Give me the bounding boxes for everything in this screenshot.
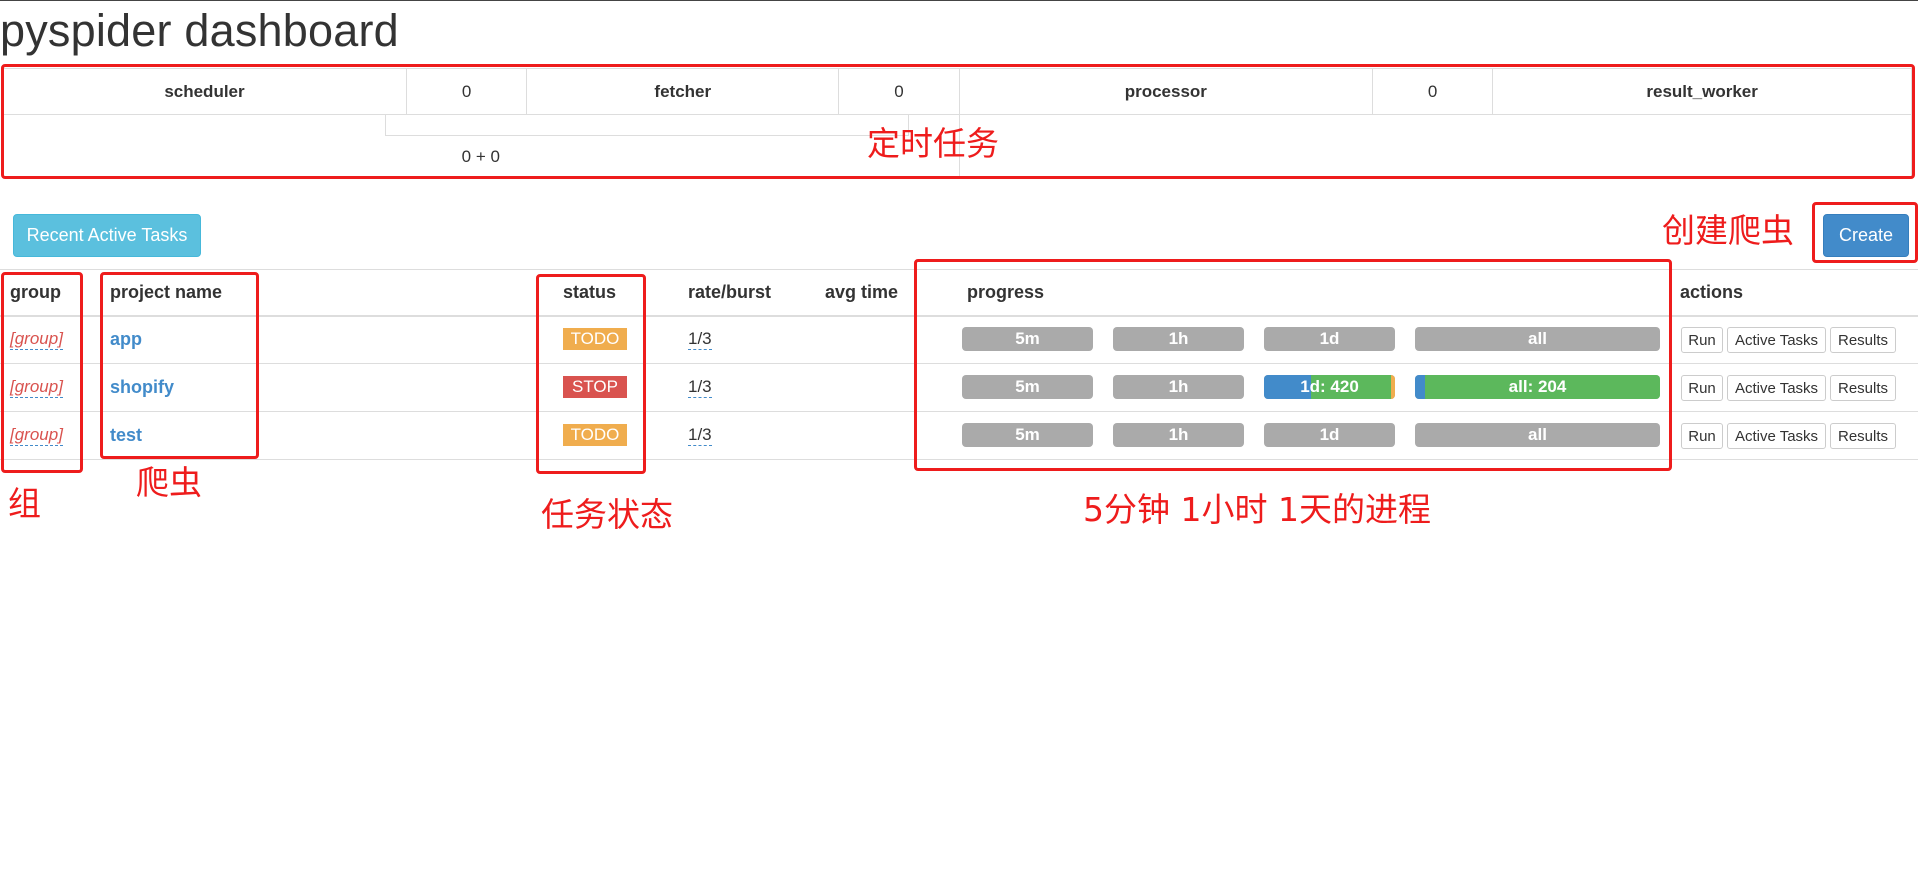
annotation-box-progress: [914, 259, 1672, 471]
results-button[interactable]: Results: [1830, 375, 1896, 401]
run-button[interactable]: Run: [1681, 375, 1723, 401]
annotation-box-create: [1812, 202, 1918, 263]
annotation-progress: 5分钟 1小时 1天的进程: [1083, 490, 1431, 529]
recent-active-tasks-button[interactable]: Recent Active Tasks: [13, 214, 201, 257]
annotation-create-crawler: 创建爬虫: [1662, 211, 1794, 250]
column-header-rate-burst: rate/burst: [688, 282, 772, 302]
active-tasks-button[interactable]: Active Tasks: [1727, 375, 1826, 401]
annotation-group: 组: [8, 484, 41, 523]
rate-burst-value[interactable]: 1/3: [688, 425, 712, 446]
annotation-scheduled-tasks: 定时任务: [867, 124, 999, 163]
active-tasks-button[interactable]: Active Tasks: [1727, 327, 1826, 353]
column-header-actions: actions: [1680, 282, 1744, 302]
annotation-crawler: 爬虫: [136, 463, 202, 502]
run-button[interactable]: Run: [1681, 327, 1723, 353]
rate-burst-value[interactable]: 1/3: [688, 329, 712, 350]
top-border: [0, 0, 1918, 1]
page-title: pyspider dashboard: [0, 5, 399, 56]
results-button[interactable]: Results: [1830, 423, 1896, 449]
annotation-box-project-name: [100, 272, 259, 459]
active-tasks-button[interactable]: Active Tasks: [1727, 423, 1826, 449]
annotation-box-group: [1, 272, 83, 473]
results-button[interactable]: Results: [1830, 327, 1896, 353]
run-button[interactable]: Run: [1681, 423, 1723, 449]
annotation-task-status: 任务状态: [541, 495, 673, 534]
annotation-box-status: [536, 274, 646, 474]
rate-burst-value[interactable]: 1/3: [688, 377, 712, 398]
column-header-avg-time: avg time: [825, 282, 899, 302]
